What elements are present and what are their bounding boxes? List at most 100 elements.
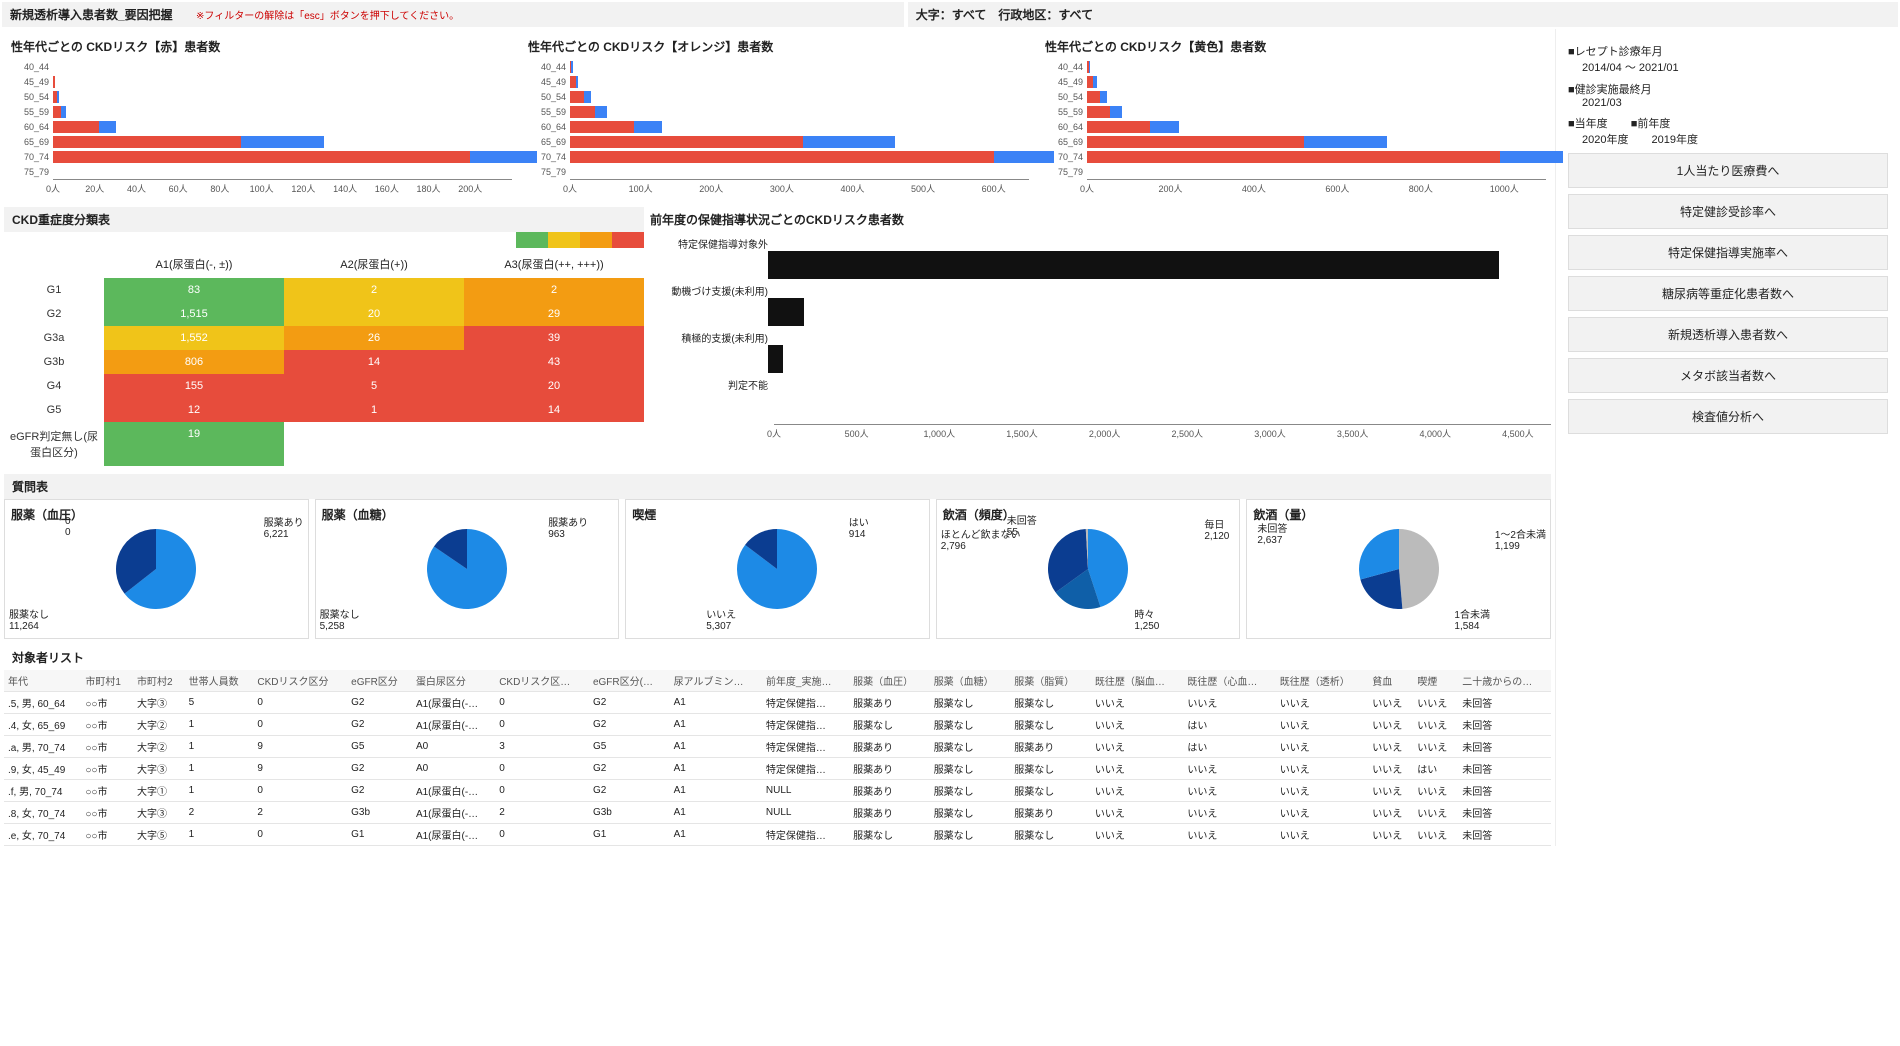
pie-label: いいえ5,307 [706, 610, 736, 632]
age-row: 65_69 [526, 134, 1029, 149]
subject-table[interactable]: 年代市町村1市町村2世帯人員数CKDリスク区分eGFR区分蛋白尿区分CKDリスク… [4, 670, 1551, 846]
pie-label: 未回答55 [1007, 516, 1037, 538]
list-col[interactable]: CKDリスク区分 [253, 670, 347, 692]
nav-button[interactable]: メタボ該当者数へ [1568, 358, 1888, 393]
pie-label: 毎日2,120 [1204, 520, 1229, 542]
questionnaire-title: 質問表 [4, 474, 1551, 499]
sev-row-label: G3a [4, 326, 104, 350]
chart-title: 性年代ごとの CKDリスク【赤】患者数 [9, 34, 512, 59]
age-row: 70_74 [9, 149, 512, 164]
nav-button[interactable]: 特定保健指導実施率へ [1568, 235, 1888, 270]
list-col[interactable]: 喫煙 [1413, 670, 1458, 692]
table-row[interactable]: .e, 女, 70_74○○市大字⑤10G1A1(尿蛋白(-…0G1A1特定保健… [4, 824, 1551, 846]
sev-cell[interactable]: 5 [284, 374, 464, 398]
list-col[interactable]: 貧血 [1368, 670, 1413, 692]
sev-cell[interactable]: 83 [104, 278, 284, 302]
list-col[interactable]: 蛋白尿区分 [412, 670, 495, 692]
meta-key: ■健診実施最終月 [1568, 81, 1888, 97]
age-row: 75_79 [1043, 164, 1546, 179]
list-col[interactable]: eGFR区分 [347, 670, 412, 692]
age-row: 50_54 [1043, 89, 1546, 104]
list-col[interactable]: 前年度_実施… [762, 670, 849, 692]
list-col[interactable]: 市町村1 [81, 670, 133, 692]
sev-cell[interactable] [284, 422, 464, 466]
list-col[interactable]: 服薬（脂質） [1010, 670, 1091, 692]
table-row[interactable]: .f, 男, 70_74○○市大字①10G2A1(尿蛋白(-…0G2A1NULL… [4, 780, 1551, 802]
sidebar: ■レセプト診療年月 2014/04 ～ 2021/01■健診実施最終月 2021… [1555, 29, 1900, 846]
list-col[interactable]: 服薬（血糖） [930, 670, 1011, 692]
sev-cell[interactable]: 29 [464, 302, 644, 326]
guidance-row: 特定保健指導対象外 [648, 236, 1551, 279]
pie-card: 服薬（血圧） 服薬なし11,264服薬あり6,22100 [4, 499, 309, 639]
list-col[interactable]: 年代 [4, 670, 81, 692]
severity-legend [4, 232, 644, 250]
risk-chart: 性年代ごとの CKDリスク【赤】患者数 40_44 45_49 50_54 55… [4, 29, 517, 201]
sev-cell[interactable]: 26 [284, 326, 464, 350]
nav-button[interactable]: 検査値分析へ [1568, 399, 1888, 434]
sev-cell[interactable]: 14 [464, 398, 644, 422]
sev-cell[interactable] [464, 422, 644, 466]
nav-button[interactable]: 新規透析導入患者数へ [1568, 317, 1888, 352]
table-row[interactable]: .9, 女, 45_49○○市大字③19G2A00G2A1特定保健指…服薬あり服… [4, 758, 1551, 780]
list-col[interactable]: 服薬（血圧） [849, 670, 930, 692]
sev-cell[interactable]: 39 [464, 326, 644, 350]
sev-cell[interactable]: 2 [284, 278, 464, 302]
pie-card: 飲酒（頻度） ほとんど飲まない2,796時々1,250毎日2,120未回答55 [936, 499, 1241, 639]
list-col[interactable]: 既往歴（脳血… [1091, 670, 1183, 692]
age-row: 45_49 [1043, 74, 1546, 89]
age-row: 45_49 [9, 74, 512, 89]
pie-chart [1359, 529, 1439, 609]
guidance-chart: 前年度の保健指導状況ごとのCKDリスク患者数 特定保健指導対象外 動機づけ支援(… [648, 207, 1551, 466]
guidance-row: 動機づけ支援(未利用) [648, 283, 1551, 326]
filter-summary: 大字：すべて 行政地区：すべて [908, 2, 1898, 27]
age-row: 65_69 [9, 134, 512, 149]
table-row[interactable]: .8, 女, 70_74○○市大字③22G3bA1(尿蛋白(-…2G3bA1NU… [4, 802, 1551, 824]
chart-title: 性年代ごとの CKDリスク【黄色】患者数 [1043, 34, 1546, 59]
age-row: 55_59 [1043, 104, 1546, 119]
pie-title: 飲酒（頻度） [941, 504, 1236, 525]
pie-chart [737, 529, 817, 609]
sev-cell[interactable]: 1,552 [104, 326, 284, 350]
sev-cell[interactable]: 1 [284, 398, 464, 422]
list-col[interactable]: CKDリスク区… [495, 670, 589, 692]
sev-cell[interactable]: 1,515 [104, 302, 284, 326]
sev-cell[interactable]: 19 [104, 422, 284, 466]
guidance-row: 積極的支援(未利用) [648, 330, 1551, 373]
age-row: 45_49 [526, 74, 1029, 89]
nav-button[interactable]: 糖尿病等重症化患者数へ [1568, 276, 1888, 311]
risk-chart: 性年代ごとの CKDリスク【オレンジ】患者数 40_44 45_49 50_54… [521, 29, 1034, 201]
pie-chart [427, 529, 507, 609]
pie-card: 飲酒（量） 未回答2,6371～2合未満1,1991合未満1,584 [1246, 499, 1551, 639]
age-row: 50_54 [9, 89, 512, 104]
list-col[interactable]: 二十歳からの… [1458, 670, 1551, 692]
pie-title: 飲酒（量） [1251, 504, 1546, 525]
list-col[interactable]: 既往歴（透析） [1276, 670, 1368, 692]
list-col[interactable]: eGFR区分(… [589, 670, 670, 692]
sev-cell[interactable]: 12 [104, 398, 284, 422]
sev-cell[interactable]: 20 [284, 302, 464, 326]
sev-cell[interactable]: 155 [104, 374, 284, 398]
subject-list: 対象者リスト 年代市町村1市町村2世帯人員数CKDリスク区分eGFR区分蛋白尿区… [4, 645, 1551, 846]
ckd-severity-panel: CKD重症度分類表 A1(尿蛋白(-, ±))A2(尿蛋白(+))A3(尿蛋白(… [4, 207, 644, 466]
sev-cell[interactable]: 14 [284, 350, 464, 374]
list-col[interactable]: 市町村2 [133, 670, 185, 692]
list-col[interactable]: 既往歴（心血… [1183, 670, 1275, 692]
table-row[interactable]: .a, 男, 70_74○○市大字②19G5A03G5A1特定保健指…服薬あり服… [4, 736, 1551, 758]
chart-title: 性年代ごとの CKDリスク【オレンジ】患者数 [526, 34, 1029, 59]
nav-button[interactable]: 特定健診受診率へ [1568, 194, 1888, 229]
age-row: 40_44 [1043, 59, 1546, 74]
guidance-row: 判定不能 [648, 377, 1551, 420]
sev-cell[interactable]: 20 [464, 374, 644, 398]
list-col[interactable]: 尿アルブミン… [670, 670, 762, 692]
nav-button[interactable]: 1人当たり医療費へ [1568, 153, 1888, 188]
pie-label: 服薬あり6,221 [264, 518, 304, 540]
age-row: 50_54 [526, 89, 1029, 104]
sev-cell[interactable]: 43 [464, 350, 644, 374]
table-row[interactable]: .5, 男, 60_64○○市大字③50G2A1(尿蛋白(-…0G2A1特定保健… [4, 692, 1551, 714]
sev-cell[interactable]: 806 [104, 350, 284, 374]
meta-val: 2021/03 [1582, 97, 1888, 109]
age-row: 60_64 [9, 119, 512, 134]
sev-cell[interactable]: 2 [464, 278, 644, 302]
list-col[interactable]: 世帯人員数 [185, 670, 254, 692]
table-row[interactable]: .4, 女, 65_69○○市大字②10G2A1(尿蛋白(-…0G2A1特定保健… [4, 714, 1551, 736]
